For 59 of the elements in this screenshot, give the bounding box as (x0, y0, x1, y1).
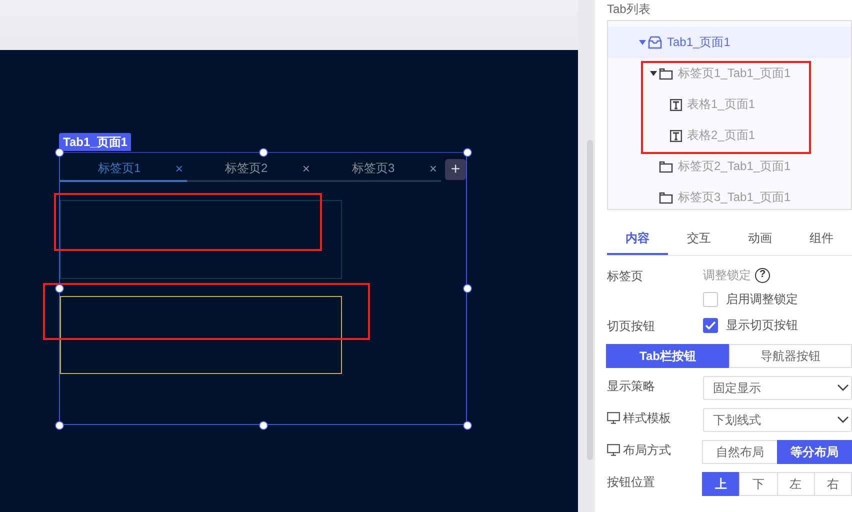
close-icon[interactable]: × (302, 161, 310, 176)
folder-icon (659, 192, 673, 204)
chevron-down-icon (837, 416, 849, 424)
caret-down-icon (650, 71, 656, 76)
field-label: 标签页 (607, 268, 643, 285)
chevron-down-icon (837, 384, 849, 392)
segment-button[interactable]: 下 (739, 472, 778, 496)
scrollbar[interactable] (587, 140, 593, 460)
canvas-tab[interactable]: 标签页2 × (187, 157, 314, 182)
field-label: 按钮位置 (607, 474, 655, 491)
close-icon[interactable]: × (175, 161, 183, 176)
monitor-icon (607, 444, 620, 456)
field-label: 布局方式 (623, 442, 671, 459)
property-tab[interactable]: 交互 (668, 224, 730, 255)
resize-handle[interactable] (55, 421, 64, 430)
help-icon[interactable]: ? (755, 268, 770, 282)
tree-item[interactable]: Tab1_页面1 (608, 27, 851, 58)
field-label: 切页按钮 (607, 318, 655, 335)
segment-button[interactable]: Tab栏按钮 (606, 344, 730, 368)
add-tab-button[interactable]: + (445, 159, 466, 180)
caret-down-icon (638, 40, 646, 45)
tray-icon (648, 36, 662, 49)
folder-icon (659, 68, 673, 80)
close-icon[interactable]: × (429, 161, 437, 176)
property-tab[interactable]: 内容 (607, 224, 668, 255)
hint-text: 调整锁定 (703, 267, 751, 284)
property-tab[interactable]: 动画 (730, 224, 791, 255)
segment-button[interactable]: 左 (776, 472, 815, 496)
tab-label: 标签页3 (352, 160, 395, 177)
text-box-icon (670, 98, 682, 110)
monitor-icon (607, 412, 620, 424)
resize-handle[interactable] (259, 421, 268, 430)
select-field[interactable]: 下划线式 (703, 408, 852, 432)
resize-handle[interactable] (463, 421, 472, 430)
resize-handle[interactable] (259, 148, 268, 157)
resize-handle[interactable] (55, 148, 64, 157)
canvas-tab[interactable]: 标签页1 × (60, 157, 187, 182)
resize-handle[interactable] (463, 284, 472, 293)
segment-button[interactable]: 上 (702, 472, 740, 496)
checkbox-label: 启用调整锁定 (726, 291, 798, 308)
tab-label: 标签页1 (98, 160, 141, 177)
segment-button[interactable]: 右 (814, 472, 852, 496)
folder-icon (659, 160, 673, 172)
checkbox-label: 显示切页按钮 (726, 317, 798, 334)
canvas-tab[interactable]: 标签页3 × (314, 157, 441, 182)
resize-handle[interactable] (55, 284, 64, 293)
field-label: 显示策略 (607, 378, 655, 395)
segment-button[interactable]: 自然布局 (702, 440, 778, 464)
section-title: Tab列表 (607, 2, 652, 16)
component-label: Tab1_页面1 (59, 133, 132, 151)
text-box-icon (670, 130, 682, 142)
resize-handle[interactable] (463, 148, 472, 157)
select-field[interactable]: 固定显示 (703, 376, 852, 400)
property-tab[interactable]: 组件 (790, 224, 852, 255)
checkbox[interactable] (703, 318, 718, 332)
segment-button[interactable]: 等分布局 (776, 440, 852, 464)
field-label: 样式模板 (623, 410, 671, 427)
tab-label: 标签页2 (225, 160, 268, 177)
segment-button[interactable]: 导航器按钮 (728, 344, 852, 368)
